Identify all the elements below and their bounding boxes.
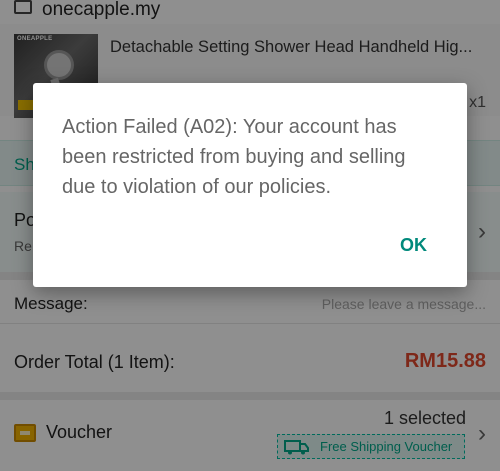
ok-button[interactable]: OK xyxy=(400,235,427,256)
error-dialog: Action Failed (A02): Your account has be… xyxy=(33,83,467,287)
dialog-message: Action Failed (A02): Your account has be… xyxy=(62,116,406,198)
